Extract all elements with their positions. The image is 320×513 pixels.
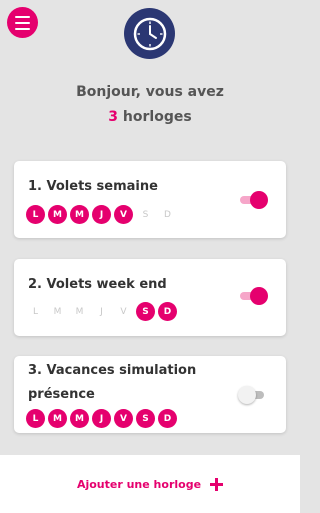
menu-line <box>15 21 30 24</box>
toggle-knob <box>238 386 256 404</box>
day-toggle[interactable]: D <box>158 409 177 428</box>
clock-title: 3. Vacances simulation présence <box>28 359 196 407</box>
clock-title-line1: 3. Vacances simulation <box>28 363 197 378</box>
day-toggle[interactable]: M <box>48 205 67 224</box>
day-list: LMMJVSD <box>26 409 177 428</box>
clock-card-1[interactable]: 1. Volets semaine LMMJVSD <box>14 161 286 238</box>
day-toggle[interactable]: M <box>70 409 89 428</box>
day-toggle[interactable]: J <box>92 409 111 428</box>
add-clock-label: Ajouter une horloge <box>76 477 202 491</box>
menu-line <box>15 27 30 30</box>
clock-title: 2. Volets week end <box>28 277 167 292</box>
clock-count: 3 <box>108 109 119 125</box>
menu-line <box>15 15 30 18</box>
day-toggle[interactable]: M <box>70 205 89 224</box>
toggle-knob <box>250 191 268 209</box>
clock-title: 1. Volets semaine <box>28 179 158 194</box>
day-toggle[interactable]: V <box>114 302 133 321</box>
day-toggle[interactable]: D <box>158 302 177 321</box>
day-toggle[interactable]: M <box>70 302 89 321</box>
day-toggle[interactable]: S <box>136 302 155 321</box>
day-toggle[interactable]: L <box>26 205 45 224</box>
day-list: LMMJVSD <box>26 205 177 224</box>
greeting-line2: 3 horloges <box>0 105 300 130</box>
plus-icon <box>210 477 224 491</box>
day-toggle[interactable]: S <box>136 205 155 224</box>
day-toggle[interactable]: V <box>114 409 133 428</box>
day-list: LMMJVSD <box>26 302 177 321</box>
clock-card-3[interactable]: 3. Vacances simulation présence LMMJVSD <box>14 356 286 433</box>
day-toggle[interactable]: L <box>26 409 45 428</box>
day-toggle[interactable]: V <box>114 205 133 224</box>
clock-card-2[interactable]: 2. Volets week end LMMJVSD <box>14 259 286 336</box>
day-toggle[interactable]: J <box>92 205 111 224</box>
day-toggle[interactable]: D <box>158 205 177 224</box>
day-toggle[interactable]: M <box>48 302 67 321</box>
add-clock-button[interactable]: Ajouter une horloge <box>0 455 300 513</box>
day-toggle[interactable]: L <box>26 302 45 321</box>
clock-title-line2: présence <box>28 387 95 402</box>
clock-count-word: horloges <box>122 109 192 125</box>
toggle-knob <box>250 287 268 305</box>
greeting: Bonjour, vous avez 3 horloges <box>0 80 300 130</box>
clock-icon <box>124 8 175 59</box>
day-toggle[interactable]: J <box>92 302 111 321</box>
menu-button[interactable] <box>7 7 38 38</box>
clock-toggle[interactable] <box>238 386 266 404</box>
day-toggle[interactable]: M <box>48 409 67 428</box>
day-toggle[interactable]: S <box>136 409 155 428</box>
greeting-line1: Bonjour, vous avez <box>76 84 224 100</box>
clock-toggle[interactable] <box>240 191 268 209</box>
clock-toggle[interactable] <box>240 287 268 305</box>
